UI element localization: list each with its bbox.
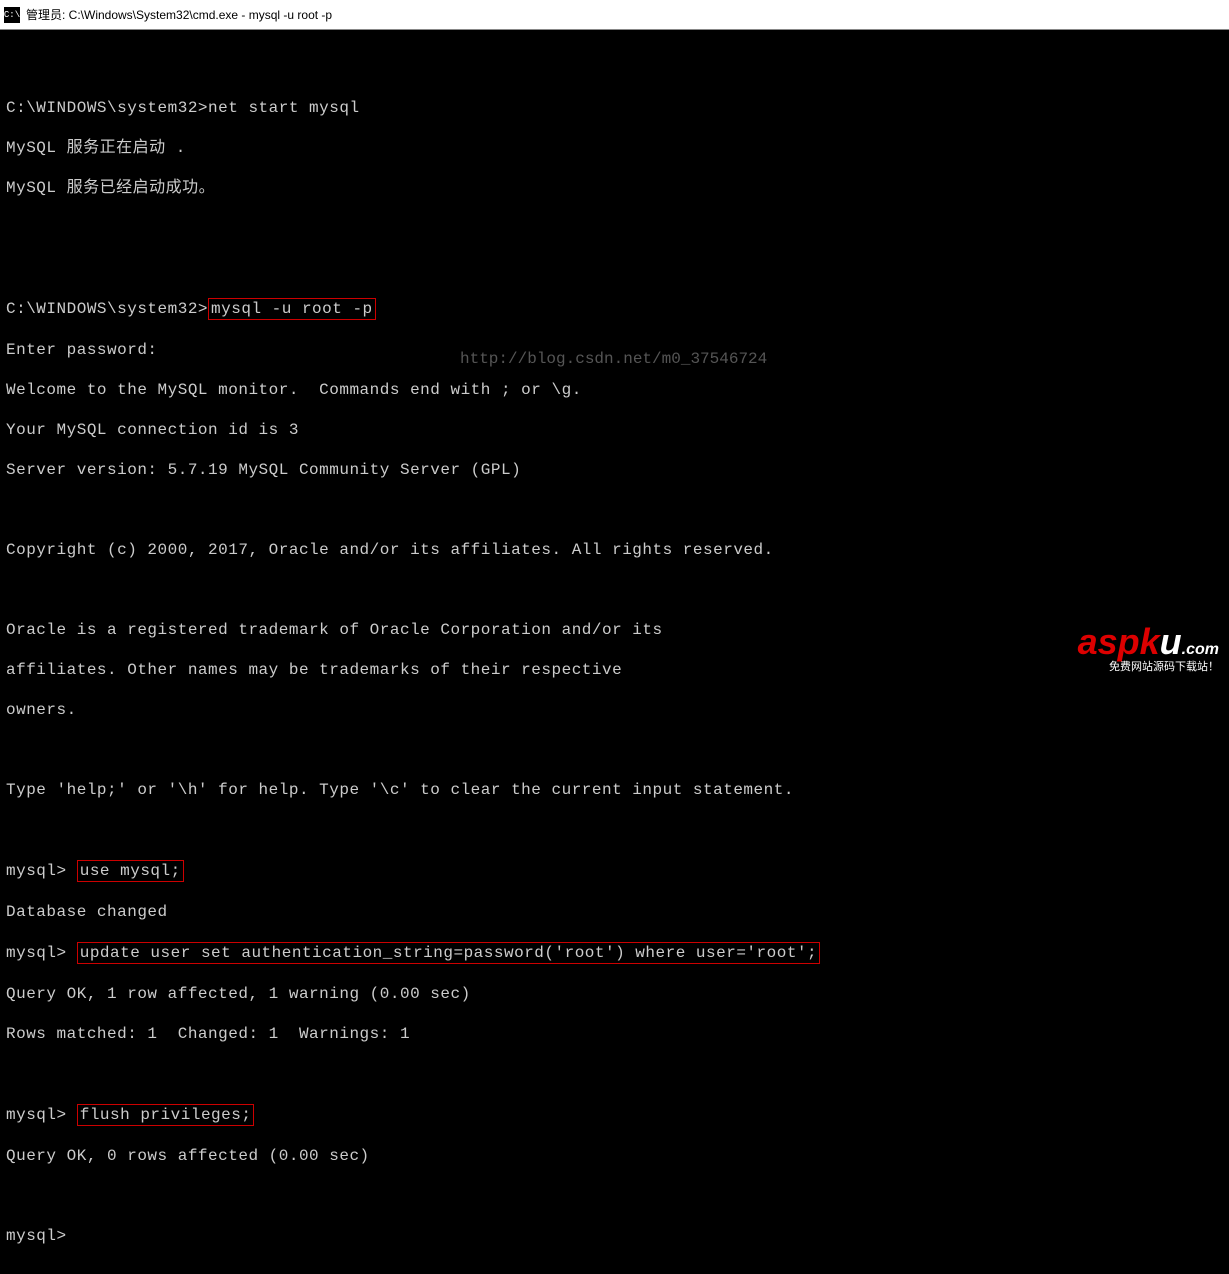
terminal-line — [6, 1186, 1223, 1206]
terminal-line — [6, 1064, 1223, 1084]
terminal-line: Welcome to the MySQL monitor. Commands e… — [6, 380, 1223, 400]
window-title: 管理员: C:\Windows\System32\cmd.exe - mysql… — [26, 6, 332, 23]
terminal-line — [6, 820, 1223, 840]
logo-text: k — [1140, 621, 1160, 662]
terminal-line: affiliates. Other names may be trademark… — [6, 660, 1223, 680]
terminal-line: Query OK, 0 rows affected (0.00 sec) — [6, 1146, 1223, 1166]
terminal-line: Server version: 5.7.19 MySQL Community S… — [6, 460, 1223, 480]
terminal-prompt[interactable]: mysql> — [6, 1226, 1223, 1246]
terminal-line: MySQL 服务已经启动成功。 — [6, 178, 1223, 198]
logo-text: u — [1160, 621, 1182, 662]
terminal-output[interactable]: C:\WINDOWS\system32>net start mysql MySQ… — [0, 30, 1229, 1274]
highlighted-command: flush privileges; — [77, 1104, 255, 1126]
terminal-line — [6, 58, 1223, 78]
terminal-line: Type 'help;' or '\h' for help. Type '\c'… — [6, 780, 1223, 800]
aspku-logo: aspku.com 免费网站源码下载站！ — [1078, 624, 1219, 674]
terminal-line: MySQL 服务正在启动 . — [6, 138, 1223, 158]
terminal-line: Your MySQL connection id is 3 — [6, 420, 1223, 440]
logo-text: asp — [1078, 621, 1140, 662]
terminal-line — [6, 218, 1223, 238]
terminal-line — [6, 500, 1223, 520]
terminal-line: mysql> flush privileges; — [6, 1104, 1223, 1126]
terminal-line: C:\WINDOWS\system32>net start mysql — [6, 98, 1223, 118]
cmd-icon: C:\ — [4, 7, 20, 23]
terminal-line: Copyright (c) 2000, 2017, Oracle and/or … — [6, 540, 1223, 560]
highlighted-command: mysql -u root -p — [208, 298, 376, 320]
highlighted-command: use mysql; — [77, 860, 184, 882]
terminal-line: Database changed — [6, 902, 1223, 922]
terminal-line: C:\WINDOWS\system32>mysql -u root -p — [6, 298, 1223, 320]
terminal-line: Rows matched: 1 Changed: 1 Warnings: 1 — [6, 1024, 1223, 1044]
terminal-line: Query OK, 1 row affected, 1 warning (0.0… — [6, 984, 1223, 1004]
terminal-line: Oracle is a registered trademark of Orac… — [6, 620, 1223, 640]
highlighted-command: update user set authentication_string=pa… — [77, 942, 820, 964]
terminal-line: mysql> update user set authentication_st… — [6, 942, 1223, 964]
terminal-line: owners. — [6, 700, 1223, 720]
terminal-line: mysql> use mysql; — [6, 860, 1223, 882]
terminal-line — [6, 740, 1223, 760]
logo-text: .com — [1182, 641, 1219, 658]
terminal-line — [6, 258, 1223, 278]
terminal-line: Enter password: — [6, 340, 1223, 360]
terminal-line — [6, 580, 1223, 600]
window-titlebar[interactable]: C:\ 管理员: C:\Windows\System32\cmd.exe - m… — [0, 0, 1229, 30]
